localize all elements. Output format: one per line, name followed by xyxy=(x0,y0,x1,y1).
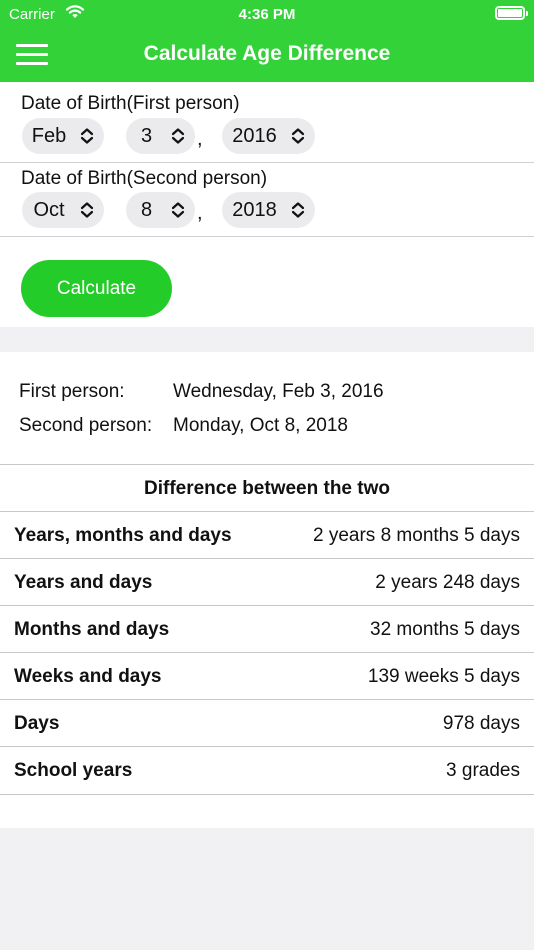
calculate-button[interactable]: Calculate xyxy=(21,260,172,317)
battery-icon xyxy=(495,6,528,20)
divider xyxy=(0,464,534,465)
chevron-up-down-icon xyxy=(171,128,185,144)
picker-value: 8 xyxy=(140,199,153,221)
chevron-up-down-icon xyxy=(291,202,305,218)
divider xyxy=(0,236,534,237)
picker-value: 3 xyxy=(140,125,153,147)
second-year-picker[interactable]: 2018 xyxy=(222,192,315,228)
chevron-up-down-icon xyxy=(80,202,94,218)
picker-value: 2016 xyxy=(232,125,277,147)
row-label: School years xyxy=(14,760,133,781)
divider xyxy=(0,794,534,795)
table-row: Months and days 32 months 5 days xyxy=(0,606,534,653)
table-row: Years, months and days 2 years 8 months … xyxy=(0,512,534,559)
picker-value: Oct xyxy=(33,199,65,221)
picker-value: 2018 xyxy=(232,199,277,221)
table-row: Years and days 2 years 248 days xyxy=(0,559,534,606)
nav-bar: Carrier 4:36 PM Calculate Age Difference xyxy=(0,0,534,82)
first-dob-label: Date of Birth(First person) xyxy=(21,93,240,114)
second-month-picker[interactable]: Oct xyxy=(22,192,104,228)
first-year-picker[interactable]: 2016 xyxy=(222,118,315,154)
row-value: 978 days xyxy=(442,713,520,734)
row-value: 3 grades xyxy=(446,760,520,781)
row-label: Years, months and days xyxy=(14,525,232,546)
results-panel: First person: Wednesday, Feb 3, 2016 Sec… xyxy=(0,352,534,828)
row-value: 2 years 248 days xyxy=(375,572,520,593)
status-bar: Carrier 4:36 PM xyxy=(0,0,534,30)
page-title: Calculate Age Difference xyxy=(143,42,391,65)
chevron-up-down-icon xyxy=(171,202,185,218)
picker-value: Feb xyxy=(31,125,67,147)
row-label: Years and days xyxy=(14,572,153,593)
row-label: Months and days xyxy=(14,619,170,640)
row-value: 32 months 5 days xyxy=(370,619,520,640)
table-row: Days 978 days xyxy=(0,700,534,747)
second-dob-label: Date of Birth(Second person) xyxy=(21,168,268,189)
row-label: Days xyxy=(14,713,60,734)
date-comma: , xyxy=(197,202,203,224)
table-row: School years 3 grades xyxy=(0,747,534,794)
second-person-date: Monday, Oct 8, 2018 xyxy=(173,415,348,436)
first-month-picker[interactable]: Feb xyxy=(22,118,104,154)
second-person-label: Second person: xyxy=(19,415,153,436)
first-person-label: First person: xyxy=(19,381,125,402)
table-row: Weeks and days 139 weeks 5 days xyxy=(0,653,534,700)
status-time: 4:36 PM xyxy=(238,6,296,23)
second-day-picker[interactable]: 8 xyxy=(126,192,195,228)
chevron-up-down-icon xyxy=(80,128,94,144)
chevron-up-down-icon xyxy=(291,128,305,144)
difference-header: Difference between the two xyxy=(144,478,390,499)
row-value: 139 weeks 5 days xyxy=(367,666,520,687)
row-label: Weeks and days xyxy=(14,666,162,687)
divider xyxy=(0,162,534,163)
row-value: 2 years 8 months 5 days xyxy=(313,525,520,546)
first-day-picker[interactable]: 3 xyxy=(126,118,195,154)
date-comma: , xyxy=(197,128,203,150)
date-form: Date of Birth(First person) Feb 3 , 2016… xyxy=(0,82,534,327)
first-person-date: Wednesday, Feb 3, 2016 xyxy=(173,381,384,402)
